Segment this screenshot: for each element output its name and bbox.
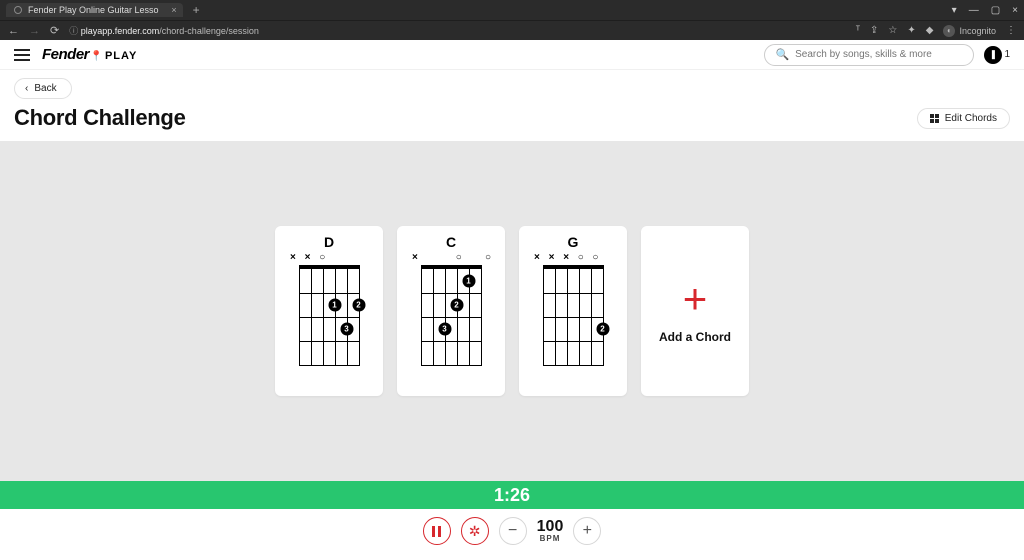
metronome-button[interactable]: ✲: [461, 517, 489, 545]
incognito-indicator: ◐ Incognito: [943, 25, 996, 37]
nav-back-icon[interactable]: ←: [8, 25, 19, 37]
streak-badge-icon[interactable]: ❚: [984, 46, 1002, 64]
brand-logo[interactable]: Fender📍PLAY: [42, 46, 137, 63]
minus-icon: −: [508, 522, 517, 540]
hamburger-menu-icon[interactable]: [14, 49, 30, 61]
pause-icon: [432, 526, 441, 537]
address-bar[interactable]: ⓘ playapp.fender.com/chord-challenge/ses…: [69, 24, 845, 37]
chord-name: G: [568, 234, 579, 250]
bookmark-icon[interactable]: ☆: [888, 25, 897, 36]
extension2-icon[interactable]: ◆: [926, 25, 934, 36]
kebab-menu-icon[interactable]: ⋮: [1006, 25, 1016, 36]
extensions-icon[interactable]: ✦: [907, 25, 915, 36]
add-chord-label: Add a Chord: [659, 330, 731, 344]
plus-small-icon: +: [583, 522, 592, 540]
streak-count: 1: [1004, 49, 1010, 60]
playback-controls: ✲ − 100 BPM +: [0, 509, 1024, 553]
search-icon: 🔍: [775, 48, 789, 61]
location-pin-icon: 📍: [90, 51, 102, 62]
timer-value: 1:26: [494, 485, 530, 506]
chord-stage: D××○123C×○○123G×××○○2 + Add a Chord: [0, 141, 1024, 481]
close-tab-icon[interactable]: ×: [171, 5, 176, 15]
search-input[interactable]: 🔍: [764, 44, 974, 66]
plus-icon: +: [683, 278, 708, 320]
finger-dot: 3: [438, 323, 451, 336]
pause-button[interactable]: [423, 517, 451, 545]
window-maximize-icon[interactable]: ▢: [991, 5, 1000, 16]
bpm-decrease-button[interactable]: −: [499, 517, 527, 545]
open-string-row: ××○: [290, 251, 368, 263]
window-minimize-icon[interactable]: —: [969, 5, 979, 16]
finger-dot: 2: [596, 323, 609, 336]
chord-name: C: [446, 234, 456, 250]
fretboard: 2: [543, 265, 604, 365]
new-tab-button[interactable]: +: [189, 3, 204, 17]
share-icon[interactable]: ⇪: [870, 25, 878, 36]
fretboard: 123: [299, 265, 360, 365]
window-controls: ▾ — ▢ ×: [952, 5, 1018, 16]
finger-dot: 3: [340, 323, 353, 336]
browser-tab[interactable]: Fender Play Online Guitar Lesso ×: [6, 3, 183, 17]
timer-bar: 1:26: [0, 481, 1024, 509]
chord-name: D: [324, 234, 334, 250]
metronome-icon: ✲: [469, 523, 481, 540]
nav-reload-icon[interactable]: ⟳: [50, 24, 59, 37]
open-string-row: ×××○○: [534, 251, 612, 263]
chevron-down-icon[interactable]: ▾: [952, 5, 957, 16]
finger-dot: 1: [462, 275, 475, 288]
window-close-icon[interactable]: ×: [1012, 5, 1018, 16]
tab-title: Fender Play Online Guitar Lesso: [28, 5, 159, 15]
bpm-increase-button[interactable]: +: [573, 517, 601, 545]
chevron-left-icon: ‹: [25, 83, 28, 94]
chord-card[interactable]: C×○○ 1 2 3: [397, 226, 505, 396]
grid-icon: [930, 114, 939, 123]
chord-card[interactable]: G×××○○ 2: [519, 226, 627, 396]
finger-dot: 2: [352, 299, 365, 312]
chord-card[interactable]: D××○123: [275, 226, 383, 396]
bpm-display: 100 BPM: [537, 519, 564, 543]
search-field[interactable]: [795, 49, 963, 60]
finger-dot: 1: [328, 299, 341, 312]
nav-forward-icon[interactable]: →: [29, 25, 40, 37]
open-string-row: ×○○: [412, 251, 490, 263]
tab-favicon: [14, 6, 22, 14]
finger-dot: 2: [450, 299, 463, 312]
fretboard: 1 2 3: [421, 265, 482, 365]
translate-icon[interactable]: ᵀ: [856, 25, 860, 36]
incognito-icon: ◐: [943, 25, 955, 37]
back-button[interactable]: ‹ Back: [14, 78, 72, 99]
edit-chords-button[interactable]: Edit Chords: [917, 108, 1010, 129]
page-title: Chord Challenge: [14, 105, 186, 131]
add-chord-card[interactable]: + Add a Chord: [641, 226, 749, 396]
